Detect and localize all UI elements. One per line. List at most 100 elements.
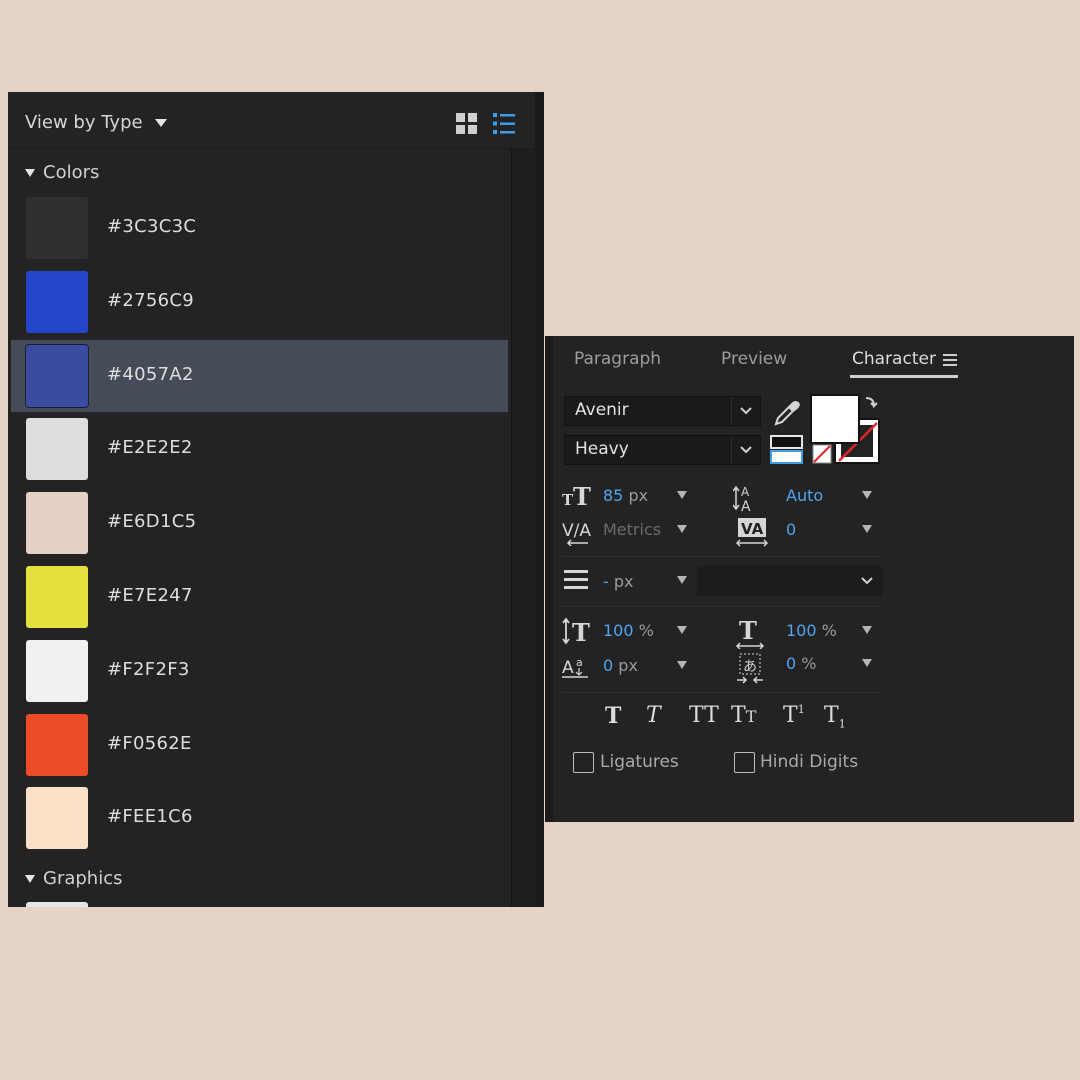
color-swatch-chip	[26, 418, 88, 481]
tsume-field[interactable]: 0 %	[786, 654, 816, 673]
panel-menu-icon[interactable]	[943, 354, 957, 366]
no-color-swatch-icon[interactable]	[812, 444, 832, 464]
stroke-style-dropdown[interactable]	[697, 566, 882, 596]
baseline-shift-icon: A a	[562, 656, 588, 678]
hindi-digits-checkbox[interactable]	[734, 752, 755, 773]
tab-paragraph[interactable]: Paragraph	[574, 349, 661, 369]
svg-text:V/A: V/A	[562, 521, 591, 541]
color-hex-label: #4057A2	[107, 363, 194, 385]
tsume-dropdown-arrow[interactable]	[862, 659, 872, 667]
color-hex-label: #E6D1C5	[107, 511, 197, 533]
tracking-field[interactable]: 0	[786, 520, 796, 539]
tab-preview[interactable]: Preview	[721, 349, 787, 369]
horizontal-scale-field[interactable]: 100 %	[786, 621, 837, 640]
svg-text:A: A	[741, 499, 751, 513]
svg-text:T: T	[572, 618, 590, 645]
graphics-section-label: Graphics	[43, 868, 123, 889]
horizontal-scale-icon: T	[735, 617, 765, 649]
vertical-scale-dropdown-arrow[interactable]	[677, 626, 687, 634]
libraries-toolbar: View by Type	[8, 92, 544, 149]
color-hex-label: #E7E247	[107, 585, 193, 606]
svg-text:T: T	[573, 483, 591, 507]
faux-italic-button[interactable]: T	[646, 703, 661, 728]
stroke-width-dropdown-arrow[interactable]	[677, 576, 687, 584]
ligatures-label: Ligatures	[600, 752, 679, 772]
hindi-digits-label: Hindi Digits	[760, 752, 859, 772]
graphics-section-header[interactable]: Graphics	[25, 868, 123, 889]
eyedropper-icon[interactable]	[772, 398, 802, 428]
color-swatch-row[interactable]: #E7E247	[11, 561, 508, 633]
leading-field[interactable]: Auto	[786, 486, 823, 505]
tracking-dropdown-arrow[interactable]	[862, 525, 872, 533]
color-hex-label: #F0562E	[107, 732, 192, 754]
small-caps-button[interactable]: TT	[731, 703, 756, 728]
collapse-arrow-icon	[25, 874, 35, 883]
color-swatch-chip	[26, 713, 88, 776]
svg-text:A: A	[741, 485, 750, 499]
color-swatch-chip	[26, 639, 88, 702]
font-style-dropdown[interactable]: Heavy	[564, 435, 761, 465]
stroke-width-icon	[564, 570, 588, 589]
list-view-icon[interactable]	[493, 113, 515, 134]
tab-character[interactable]: Character	[852, 349, 936, 369]
color-swatch-chip	[26, 787, 88, 850]
superscript-button[interactable]: T1	[783, 703, 805, 728]
fill-stroke-toggle-icon[interactable]	[770, 435, 804, 465]
kerning-field[interactable]: Metrics	[603, 520, 661, 539]
ligatures-checkbox[interactable]	[573, 752, 594, 773]
chevron-down-icon	[731, 397, 752, 425]
chevron-down-icon	[731, 436, 752, 464]
font-size-icon: T T	[562, 483, 591, 507]
svg-text:a: a	[576, 656, 583, 669]
color-hex-label: #3C3C3C	[107, 216, 197, 237]
dropdown-arrow-icon	[154, 118, 167, 127]
color-swatch-chip	[26, 344, 88, 407]
svg-text:A: A	[562, 658, 574, 678]
color-hex-label: #F2F2F3	[107, 658, 190, 680]
panel-divider	[545, 336, 553, 822]
color-swatch-row[interactable]: #4057A2	[11, 339, 508, 412]
font-style-value: Heavy	[575, 439, 629, 459]
kerning-dropdown-arrow[interactable]	[677, 525, 687, 533]
scrollbar[interactable]	[511, 149, 534, 907]
colors-section-header[interactable]: Colors	[25, 162, 99, 183]
libraries-panel: View by Type Colors #3C3C3C #2756C9 #4057A…	[8, 92, 544, 907]
grid-view-icon[interactable]	[456, 113, 477, 134]
divider	[562, 606, 882, 607]
view-by-label: View by Type	[25, 112, 143, 133]
divider	[562, 692, 882, 693]
subscript-button[interactable]: T1	[824, 703, 846, 730]
vertical-scale-icon: T	[562, 617, 590, 645]
tsume-icon: あ	[737, 653, 763, 684]
leading-dropdown-arrow[interactable]	[862, 491, 872, 499]
horizontal-scale-dropdown-arrow[interactable]	[862, 626, 872, 634]
kerning-icon: V/A	[562, 521, 591, 546]
color-swatch-row[interactable]: #FEE1C6	[11, 782, 508, 854]
color-swatch-row[interactable]: #3C3C3C	[11, 192, 508, 264]
all-caps-button[interactable]: TT	[689, 703, 719, 728]
color-swatch-row[interactable]: #E2E2E2	[11, 413, 508, 485]
tracking-icon: VA	[735, 518, 769, 547]
baseline-shift-field[interactable]: 0 px	[603, 656, 638, 675]
color-swatch-row[interactable]: #F0562E	[11, 709, 508, 781]
vertical-scale-field[interactable]: 100 %	[603, 621, 654, 640]
baseline-shift-dropdown-arrow[interactable]	[677, 661, 687, 669]
color-swatch-row[interactable]: #2756C9	[11, 266, 508, 338]
color-hex-label: #2756C9	[107, 289, 195, 311]
graphic-thumbnail[interactable]	[26, 902, 88, 907]
color-swatch-row[interactable]: #F2F2F3	[11, 635, 508, 707]
chevron-down-icon	[861, 577, 873, 585]
color-hex-label: #FEE1C6	[107, 806, 193, 828]
panel-divider	[535, 92, 544, 907]
color-swatch-chip	[26, 197, 88, 259]
view-by-type-dropdown[interactable]: View by Type	[25, 112, 167, 133]
font-family-dropdown[interactable]: Avenir	[564, 396, 761, 426]
leading-icon: A A	[733, 485, 751, 513]
faux-bold-button[interactable]: T	[605, 703, 621, 729]
font-size-field[interactable]: 85 px	[603, 486, 648, 505]
color-hex-label: #E2E2E2	[107, 437, 193, 459]
stroke-width-field[interactable]: - px	[603, 572, 634, 591]
font-size-dropdown-arrow[interactable]	[677, 491, 687, 499]
color-swatch-row[interactable]: #E6D1C5	[11, 487, 508, 559]
color-swatch-chip	[26, 566, 88, 628]
